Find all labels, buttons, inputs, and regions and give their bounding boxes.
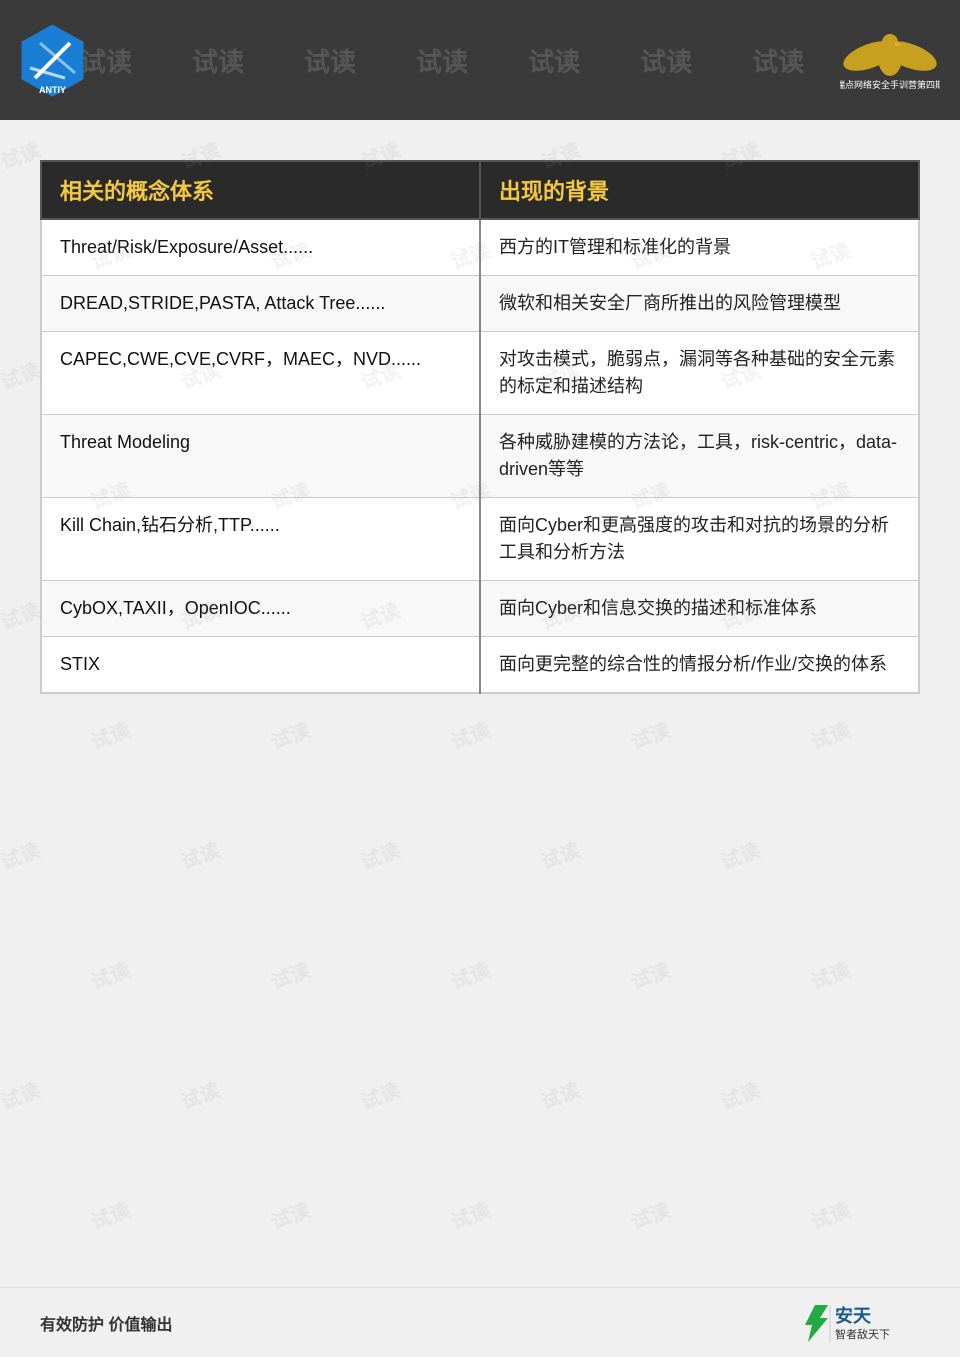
table-cell-col2: 面向更完整的综合性的情报分析/作业/交换的体系 — [480, 637, 919, 694]
wm-50: 试读 — [806, 1194, 854, 1235]
table-row: Threat Modeling各种威胁建模的方法论，工具，risk-centri… — [41, 415, 919, 498]
wm-47: 试读 — [266, 1194, 314, 1235]
header-wm-7: 试读 — [752, 42, 804, 79]
col2-header-text: 出现的背景 — [499, 179, 609, 204]
wm-35: 试读 — [716, 834, 764, 875]
table-cell-col1: DREAD,STRIDE,PASTA, Attack Tree...... — [41, 276, 480, 332]
wm-45: 试读 — [716, 1074, 764, 1115]
table-cell-col2: 对攻击模式，脆弱点，漏洞等各种基础的安全元素的标定和描述结构 — [480, 332, 919, 415]
header-wm-5: 试读 — [528, 42, 580, 79]
col1-header: 相关的概念体系 — [41, 161, 480, 219]
wm-32: 试读 — [176, 834, 224, 875]
table-cell-col2: 西方的IT管理和标准化的背景 — [480, 219, 919, 276]
footer-logo-icon: 安天 智者敌天下 — [800, 1300, 920, 1345]
table-row: DREAD,STRIDE,PASTA, Attack Tree......微软和… — [41, 276, 919, 332]
wm-43: 试读 — [356, 1074, 404, 1115]
wm-30: 试读 — [806, 714, 854, 755]
svg-text:智者敌天下: 智者敌天下 — [835, 1327, 890, 1341]
header-wm-2: 试读 — [192, 42, 244, 79]
wm-44: 试读 — [536, 1074, 584, 1115]
logo: ANTIY — [20, 23, 85, 98]
wm-29: 试读 — [626, 714, 674, 755]
header-wm-4: 试读 — [416, 42, 468, 79]
wm-31: 试读 — [0, 834, 44, 875]
table-row: CybOX,TAXII，OpenIOC......面向Cyber和信息交换的描述… — [41, 581, 919, 637]
table-row: CAPEC,CWE,CVE,CVRF，MAEC，NVD......对攻击模式，脆… — [41, 332, 919, 415]
wm-41: 试读 — [0, 1074, 44, 1115]
table-cell-col1: Threat/Risk/Exposure/Asset...... — [41, 219, 480, 276]
wm-46: 试读 — [86, 1194, 134, 1235]
table-cell-col2: 各种威胁建模的方法论，工具，risk-centric，data-driven等等 — [480, 415, 919, 498]
footer: 有效防护 价值输出 安天 智者敌天下 — [0, 1287, 960, 1357]
header-wm-1: 试读 — [80, 42, 132, 79]
header-wm-6: 试读 — [640, 42, 692, 79]
concepts-table: 相关的概念体系 出现的背景 Threat/Risk/Exposure/Asset… — [40, 160, 920, 694]
wm-36: 试读 — [86, 954, 134, 995]
footer-tagline: 有效防护 价值输出 — [40, 1311, 172, 1335]
wm-38: 试读 — [446, 954, 494, 995]
footer-left-text: 有效防护 价值输出 — [40, 1317, 172, 1334]
main-content: 相关的概念体系 出现的背景 Threat/Risk/Exposure/Asset… — [0, 120, 960, 714]
wm-28: 试读 — [446, 714, 494, 755]
footer-right: 安天 智者敌天下 — [800, 1300, 920, 1345]
table-cell-col2: 微软和相关安全厂商所推出的风险管理模型 — [480, 276, 919, 332]
table-row: Kill Chain,钻石分析,TTP......面向Cyber和更高强度的攻击… — [41, 498, 919, 581]
table-row: STIX面向更完整的综合性的情报分析/作业/交换的体系 — [41, 637, 919, 694]
col1-header-text: 相关的概念体系 — [60, 179, 214, 204]
svg-text:ANTIY: ANTIY — [39, 85, 66, 95]
header-wm-3: 试读 — [304, 42, 356, 79]
wm-27: 试读 — [266, 714, 314, 755]
table-cell-col1: STIX — [41, 637, 480, 694]
table-cell-col2: 面向Cyber和更高强度的攻击和对抗的场景的分析工具和分析方法 — [480, 498, 919, 581]
table-cell-col1: Kill Chain,钻石分析,TTP...... — [41, 498, 480, 581]
header-right-logo: 端点网络安全手训营第四期 — [840, 25, 940, 95]
wm-33: 试读 — [356, 834, 404, 875]
table-header-row: 相关的概念体系 出现的背景 — [41, 161, 919, 219]
svg-text:安天: 安天 — [835, 1305, 872, 1326]
wm-26: 试读 — [86, 714, 134, 755]
wm-40: 试读 — [806, 954, 854, 995]
wm-42: 试读 — [176, 1074, 224, 1115]
table-cell-col1: CAPEC,CWE,CVE,CVRF，MAEC，NVD...... — [41, 332, 480, 415]
right-logo-image: 端点网络安全手训营第四期 — [840, 25, 940, 95]
table-cell-col1: CybOX,TAXII，OpenIOC...... — [41, 581, 480, 637]
col2-header: 出现的背景 — [480, 161, 919, 219]
wm-49: 试读 — [626, 1194, 674, 1235]
logo-icon: ANTIY — [20, 23, 85, 98]
wm-34: 试读 — [536, 834, 584, 875]
table-cell-col2: 面向Cyber和信息交换的描述和标准体系 — [480, 581, 919, 637]
wm-48: 试读 — [446, 1194, 494, 1235]
table-row: Threat/Risk/Exposure/Asset......西方的IT管理和… — [41, 219, 919, 276]
svg-text:端点网络安全手训营第四期: 端点网络安全手训营第四期 — [840, 79, 940, 90]
wm-39: 试读 — [626, 954, 674, 995]
wm-37: 试读 — [266, 954, 314, 995]
table-cell-col1: Threat Modeling — [41, 415, 480, 498]
header-watermarks: 试读 试读 试读 试读 试读 试读 试读 — [80, 0, 810, 120]
header: ANTIY 试读 试读 试读 试读 试读 试读 试读 — [0, 0, 960, 120]
